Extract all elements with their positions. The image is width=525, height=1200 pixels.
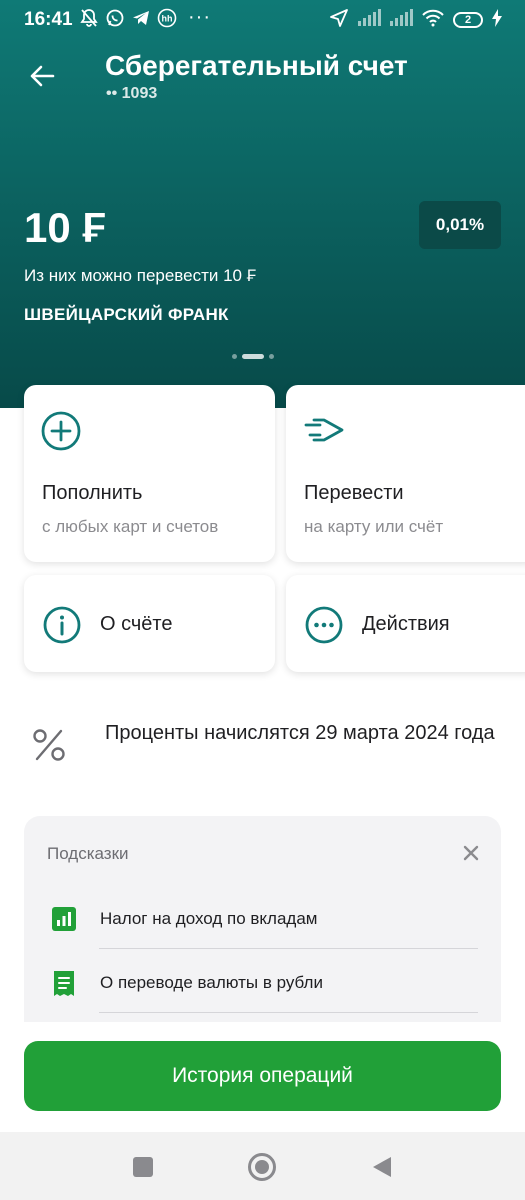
- system-navigation-bar: [0, 1132, 525, 1200]
- currency-name: ШВЕЙЦАРСКИЙ ФРАНК: [24, 305, 229, 324]
- signal-icon: [389, 8, 413, 32]
- transferable-amount: Из них можно перевести 10 ₣: [24, 266, 257, 285]
- tip-label: Налог на доход по вкладам: [100, 909, 318, 928]
- tip-item-currency[interactable]: О переводе валюты в рубли: [24, 970, 501, 1030]
- telegram-icon: [131, 8, 151, 33]
- account-balance: 10 ₣: [24, 204, 106, 251]
- tips-title: Подсказки: [47, 844, 129, 863]
- system-icons: 2: [329, 8, 503, 33]
- signal-icon: [357, 8, 381, 32]
- status-overflow: ···: [188, 6, 211, 28]
- pager-dot: [269, 354, 274, 359]
- notification-icons: hh: [79, 8, 177, 33]
- transfer-label: Перевести: [304, 482, 404, 504]
- svg-text:hh: hh: [162, 13, 173, 23]
- bell-off-icon: [79, 8, 99, 33]
- back-button[interactable]: [26, 60, 58, 92]
- about-account-label: О счёте: [100, 613, 173, 635]
- status-time: 16:41: [24, 9, 73, 30]
- actions-button[interactable]: Действия: [286, 575, 525, 672]
- divider: [99, 948, 478, 949]
- charging-icon: [491, 8, 503, 32]
- page-title: Сберегательный счет: [105, 50, 408, 81]
- history-button[interactable]: История операций: [24, 1041, 501, 1111]
- battery-indicator: 2: [453, 12, 483, 28]
- card-pager: [232, 354, 274, 359]
- transfer-button[interactable]: Перевести на карту или счёт: [286, 385, 525, 562]
- actions-label: Действия: [362, 613, 450, 635]
- back-triangle-icon[interactable]: [367, 1152, 397, 1182]
- square-icon[interactable]: [128, 1152, 158, 1182]
- plus-circle-icon: [40, 410, 82, 457]
- tip-item-tax[interactable]: Налог на доход по вкладам: [24, 906, 501, 966]
- topup-sublabel: с любых карт и счетов: [42, 517, 219, 536]
- wifi-icon: [421, 9, 445, 32]
- chart-icon: [51, 906, 77, 937]
- status-bar: 16:41 hh ··· 2: [0, 0, 525, 40]
- pager-dot-active: [242, 354, 264, 359]
- interest-accrual-note: Проценты начислятся 29 марта 2024 года: [105, 722, 495, 744]
- percent-icon: [30, 726, 68, 769]
- topup-label: Пополнить: [42, 482, 143, 504]
- tips-panel: Подсказки Налог на доход по вкладам О пе…: [24, 816, 501, 1056]
- arrow-left-icon: [30, 65, 55, 87]
- interest-rate-badge: 0,01%: [419, 201, 501, 249]
- whatsapp-icon: [105, 8, 125, 33]
- account-number: •• 1093: [106, 85, 158, 102]
- arrow-right-icon: [302, 410, 346, 455]
- more-icon: [304, 605, 344, 650]
- info-icon: [42, 605, 82, 650]
- about-account-button[interactable]: О счёте: [24, 575, 275, 672]
- location-icon: [329, 8, 349, 33]
- receipt-icon: [51, 970, 77, 1003]
- transfer-sublabel: на карту или счёт: [304, 517, 444, 536]
- pager-dot: [232, 354, 237, 359]
- home-circle-icon[interactable]: [247, 1152, 277, 1182]
- topup-button[interactable]: Пополнить с любых карт и счетов: [24, 385, 275, 562]
- hh-icon: hh: [157, 8, 177, 33]
- divider: [99, 1012, 478, 1013]
- tip-label: О переводе валюты в рубли: [100, 973, 323, 992]
- close-icon[interactable]: [460, 842, 482, 864]
